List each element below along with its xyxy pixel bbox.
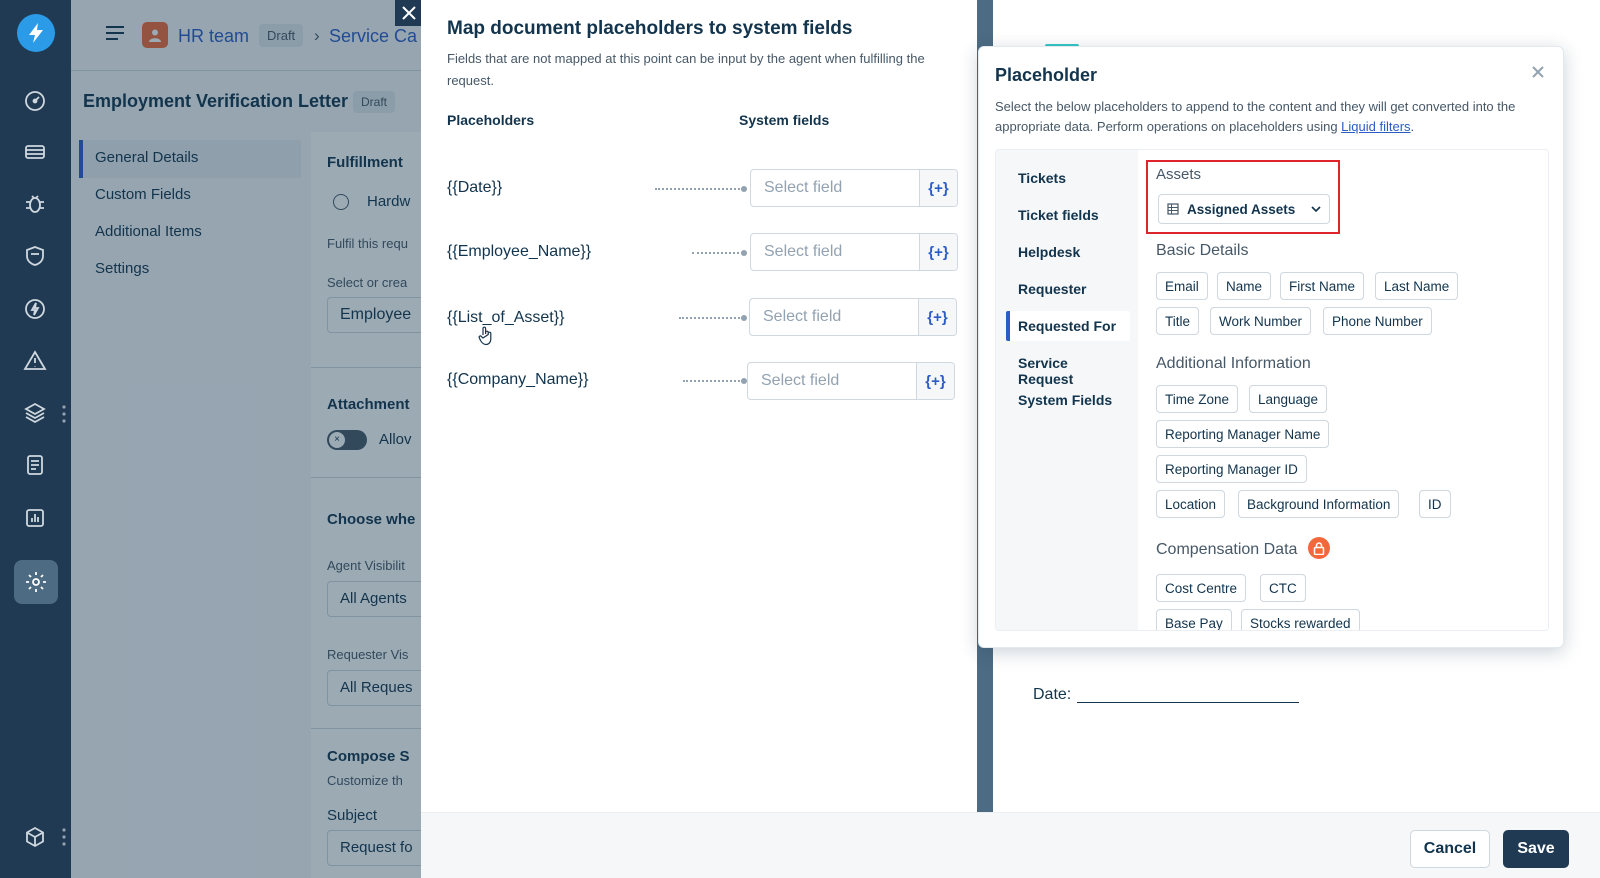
left-nav [0,0,71,878]
chip-stocks-rewarded[interactable]: Stocks rewarded [1241,609,1360,630]
assets-heading: Assets [1156,166,1202,183]
compensation-heading: Compensation Data [1156,541,1298,558]
category-tabs: Tickets Ticket fields Helpdesk Requester… [996,150,1138,630]
chip-background-information[interactable]: Background Information [1238,490,1400,518]
drawer-title: Map document placeholders to system fiel… [447,18,853,39]
chip-title[interactable]: Title [1156,307,1200,335]
tab-service-request[interactable]: Service Request [1006,348,1130,387]
tab-helpdesk[interactable]: Helpdesk [1006,237,1130,267]
hand-cursor-icon [478,326,494,351]
chip-language[interactable]: Language [1249,385,1328,413]
field-select-company-name[interactable]: Select field {+} [747,362,955,400]
popover-title: Placeholder [995,65,1098,85]
mapping-drawer: Map document placeholders to system fiel… [421,0,977,812]
document-date-label: Date: [1033,686,1072,703]
lock-icon [1308,537,1330,559]
tab-requester[interactable]: Requester [1006,274,1130,304]
tab-system-fields[interactable]: System Fields [1006,385,1130,415]
chip-location[interactable]: Location [1156,490,1226,518]
reports-icon[interactable] [18,501,52,535]
field-select-placeholder[interactable]: Select field [751,170,919,206]
field-select-placeholder[interactable]: Select field [750,299,918,335]
connector-line [679,315,747,321]
popover-close-icon[interactable] [1531,65,1547,81]
chip-work-number[interactable]: Work Number [1210,307,1312,335]
popover-description: Select the below placeholders to append … [995,99,1516,134]
chip-time-zone[interactable]: Time Zone [1156,385,1239,413]
chevron-down-icon [1311,206,1321,213]
grid-icon [1167,203,1179,215]
placeholder-date: {{Date}} [447,179,503,196]
column-system-fields: System fields [739,112,830,128]
additional-info-heading: Additional Information [1156,355,1311,372]
placeholder-content: Assets Assigned Assets Basic Details Ema… [1138,150,1548,630]
close-icon [402,6,416,20]
connector-line [683,378,747,384]
chip-cost-centre[interactable]: Cost Centre [1156,574,1247,602]
save-button[interactable]: Save [1503,830,1569,868]
close-drawer-button[interactable] [395,0,423,26]
connector-line [655,186,747,192]
field-select-employee-name[interactable]: Select field {+} [750,233,958,271]
tab-tickets[interactable]: Tickets [1006,163,1130,193]
dashboard-icon[interactable] [18,84,52,118]
assigned-assets-dropdown[interactable]: Assigned Assets [1158,194,1330,224]
insert-placeholder-button[interactable]: {+} [918,299,956,335]
assigned-assets-label: Assigned Assets [1187,201,1296,217]
tickets-icon[interactable] [18,135,52,169]
warning-icon[interactable] [18,344,52,378]
placeholder-employee-name: {{Employee_Name}} [447,243,592,260]
tab-requested-for[interactable]: Requested For [1006,311,1130,341]
chip-email[interactable]: Email [1156,272,1208,300]
placeholder-popover: Placeholder Select the below placeholder… [978,46,1564,648]
cube-icon[interactable] [18,820,52,854]
connector-line [692,250,747,256]
field-select-date[interactable]: Select field {+} [750,169,958,207]
chip-reporting-manager-id[interactable]: Reporting Manager ID [1156,455,1307,483]
chip-first-name[interactable]: First Name [1280,272,1365,300]
layers-icon[interactable] [18,396,52,430]
basic-details-heading: Basic Details [1156,242,1249,259]
date-line [1077,702,1299,703]
field-select-placeholder[interactable]: Select field [751,234,919,270]
chip-base-pay[interactable]: Base Pay [1156,609,1232,630]
tab-ticket-fields[interactable]: Ticket fields [1006,200,1130,230]
more-dots-icon-bottom[interactable] [62,828,66,846]
shield-icon[interactable] [18,239,52,273]
popover-body: Tickets Ticket fields Helpdesk Requester… [995,149,1549,631]
insert-placeholder-button[interactable]: {+} [919,234,957,270]
chip-id[interactable]: ID [1419,490,1451,518]
bug-icon[interactable] [18,187,52,221]
settings-gear-icon[interactable] [14,560,58,604]
cancel-button[interactable]: Cancel [1410,830,1490,868]
field-select-list-of-asset[interactable]: Select field {+} [749,298,957,336]
liquid-filters-link[interactable]: Liquid filters [1341,119,1410,134]
chip-name[interactable]: Name [1217,272,1272,300]
chip-last-name[interactable]: Last Name [1375,272,1459,300]
chip-ctc[interactable]: CTC [1260,574,1306,602]
drawer-description: Fields that are not mapped at this point… [447,51,925,88]
insert-placeholder-button[interactable]: {+} [919,170,957,206]
more-dots-icon[interactable] [62,405,66,423]
app-logo-icon[interactable] [17,14,55,52]
chip-phone-number[interactable]: Phone Number [1323,307,1432,335]
chip-reporting-manager-name[interactable]: Reporting Manager Name [1156,420,1330,448]
insert-placeholder-button[interactable]: {+} [916,363,954,399]
column-placeholders: Placeholders [447,112,535,128]
document-icon[interactable] [18,448,52,482]
placeholder-company-name: {{Company_Name}} [447,371,589,388]
bolt-circle-icon[interactable] [18,292,52,326]
placeholder-list-of-asset: {{List_of_Asset}} [447,309,565,326]
field-select-placeholder[interactable]: Select field [748,363,916,399]
overlay-dim [71,0,421,878]
